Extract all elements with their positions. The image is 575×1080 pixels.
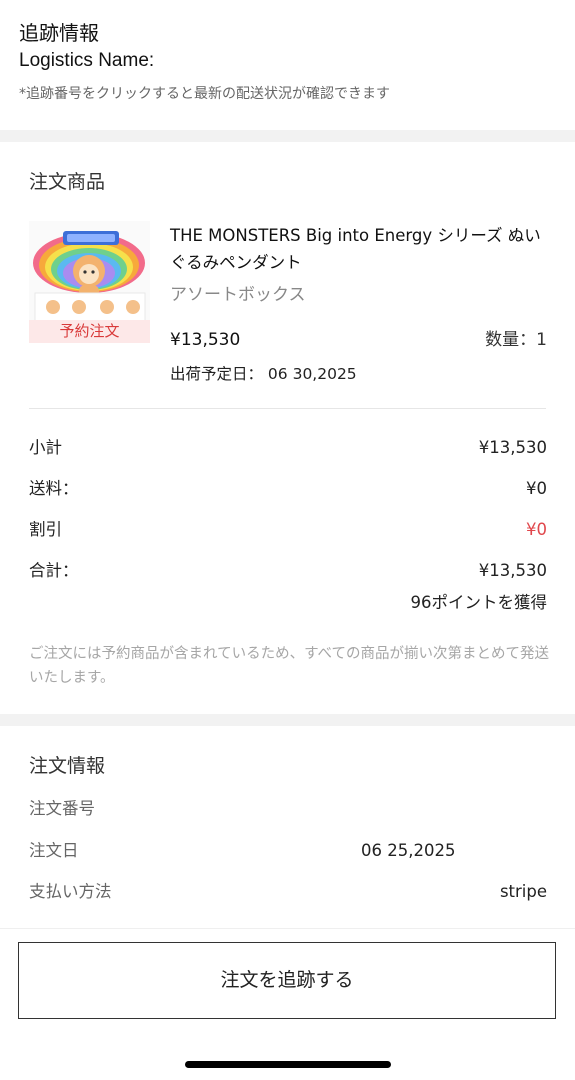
tracking-title: 追跡情報 — [19, 21, 99, 45]
subtotal-label: 小計 — [29, 438, 62, 457]
section-separator — [0, 130, 575, 142]
tracking-hint: *追跡番号をクリックすると最新の配送状況が確認できます — [19, 86, 390, 102]
order-number-label: 注文番号 — [29, 799, 95, 818]
discount-label: 割引 — [29, 520, 62, 539]
divider — [29, 408, 546, 409]
payment-method-label: 支払い方法 — [29, 882, 112, 901]
discount-value: ¥0 — [526, 520, 547, 539]
total-label: 合計： — [29, 561, 79, 580]
order-items-title: 注文商品 — [29, 171, 106, 193]
subtotal-value: ¥13,530 — [478, 438, 547, 457]
shipping-label: 送料： — [29, 479, 79, 498]
order-date-label: 注文日 — [29, 841, 79, 860]
product-price: ¥13,530 — [170, 330, 241, 350]
divider — [0, 928, 575, 929]
track-order-button[interactable]: 注文を追跡する — [18, 942, 556, 1019]
product-ship-date: 出荷予定日： 06 30,2025 — [170, 365, 357, 383]
home-indicator[interactable] — [185, 1061, 391, 1068]
payment-method-value: stripe — [499, 882, 547, 901]
section-separator — [0, 714, 575, 726]
tracking-section: 追跡情報 Logistics Name: *追跡番号をクリックすると最新の配送状… — [0, 0, 575, 130]
product-thumbnail[interactable]: 予約注文 — [29, 221, 150, 343]
shipping-value: ¥0 — [526, 479, 547, 498]
points-earned: 96ポイントを獲得 — [410, 593, 548, 612]
order-date-value: 06 25,2025 — [361, 841, 456, 860]
total-value: ¥13,530 — [478, 561, 547, 580]
preorder-notice: ご注文には予約商品が含まれているため、すべての商品が揃い次第まとめて発送いたしま… — [29, 646, 549, 686]
product-quantity: 数量：1 — [485, 330, 547, 350]
logistics-name-label: Logistics Name: — [19, 50, 155, 71]
product-name[interactable]: THE MONSTERS Big into Energy シリーズ ぬいぐるみペ… — [170, 222, 550, 276]
order-info-title: 注文情報 — [29, 755, 106, 777]
product-variant: アソートボックス — [170, 285, 306, 305]
preorder-badge: 予約注文 — [29, 320, 150, 343]
